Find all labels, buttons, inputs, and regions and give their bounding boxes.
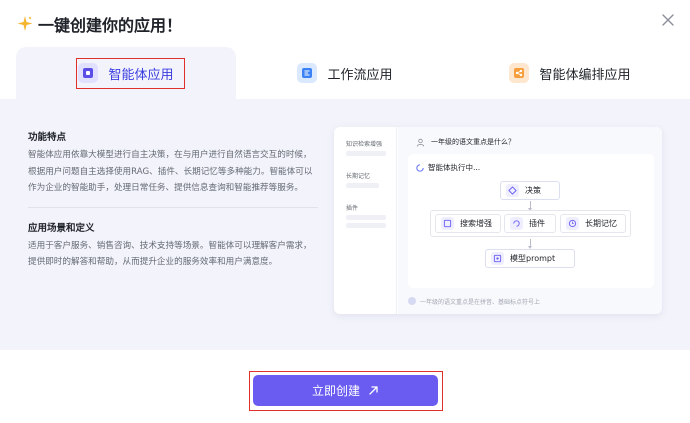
sparkle-icon	[17, 16, 33, 31]
create-now-button[interactable]: 立即创建	[253, 375, 438, 406]
decision-node-label: 决策	[525, 186, 541, 195]
flow-arrow	[528, 201, 532, 211]
loading-icon	[416, 163, 424, 172]
workflow-app-icon	[297, 63, 318, 83]
placeholder-bar	[346, 183, 379, 188]
preview-sidebar: 知识检索增强 长期记忆 插件	[334, 127, 397, 314]
create-app-dialog: 一键创建你的应用！ 智能体应用 工作流应用 智能体编排应用 功能特点 智能体应用…	[0, 0, 690, 423]
tab-workflow-app[interactable]: 工作流应用	[260, 47, 430, 99]
app-type-tabs: 智能体应用 工作流应用 智能体编排应用	[0, 47, 690, 99]
placeholder-bar	[346, 223, 386, 228]
plugin-node: 插件	[504, 214, 556, 233]
features-title: 功能特点	[28, 132, 67, 143]
memory-node: 长期记忆	[560, 214, 626, 233]
arrow-up-right-icon	[369, 386, 378, 395]
search-node-label: 搜索增强	[460, 219, 492, 228]
decision-node: 决策	[500, 181, 560, 200]
preview-sidebar-item: 插件	[346, 205, 359, 212]
features-text: 智能体应用依靠大模型进行自主决策，在与用户进行自然语言交互的时候，根据用户问题自…	[28, 150, 313, 193]
placeholder-bar	[346, 215, 386, 220]
preview-flow-card: 智能体执行中... 决策 搜索增强 插件 长期记忆 模型prompt	[408, 154, 654, 288]
scenarios-text: 适用于客户服务、销售咨询、技术支持等场景。智能体可以理解客户需求，提供即时的解答…	[28, 240, 312, 268]
agent-orchestration-icon	[509, 63, 530, 83]
tab-content-panel: 功能特点 智能体应用依靠大模型进行自主决策，在与用户进行自然语言交互的时候，根据…	[0, 99, 690, 350]
preview-sidebar-item: 长期记忆	[346, 173, 371, 180]
agent-preview-illustration: 知识检索增强 长期记忆 插件 一年级的语文重点是什么？ 智能体执行中... 决策…	[334, 127, 662, 314]
scenarios-title: 应用场景和定义	[28, 222, 95, 234]
preview-answer-text: 一年级的语文重点是在拼音、基础标点符号上	[420, 298, 541, 306]
preview-main: 一年级的语文重点是什么？ 智能体执行中... 决策 搜索增强 插件 长期记忆 模…	[398, 127, 662, 314]
tab-agent-orchestration-label: 智能体编排应用	[539, 67, 631, 83]
dialog-title-text: 一键创建你的应用！	[38, 16, 183, 35]
preview-question-text: 一年级的语文重点是什么？	[431, 138, 515, 146]
create-button-highlight: 立即创建	[249, 371, 443, 411]
user-icon	[416, 138, 425, 147]
preview-sidebar-item: 知识检索增强	[346, 141, 383, 148]
create-now-label: 立即创建	[311, 384, 360, 398]
close-icon[interactable]	[658, 10, 678, 30]
decision-icon	[506, 184, 519, 197]
assistant-avatar-icon	[408, 297, 416, 305]
app-description: 功能特点 智能体应用依靠大模型进行自主决策，在与用户进行自然语言交互的时候，根据…	[28, 129, 318, 271]
flow-arrow	[528, 239, 532, 249]
model-prompt-label: 模型prompt	[510, 254, 556, 263]
tab-workflow-app-label: 工作流应用	[327, 67, 393, 83]
dialog-footer: 立即创建	[0, 350, 690, 423]
memory-node-label: 长期记忆	[585, 219, 617, 228]
preview-question: 一年级的语文重点是什么？	[416, 137, 515, 147]
plugin-icon	[510, 217, 523, 230]
preview-answer: 一年级的语文重点是在拼音、基础标点符号上	[408, 294, 654, 308]
placeholder-bar	[346, 151, 386, 156]
search-node: 搜索增强	[435, 214, 501, 233]
selected-tab-highlight	[76, 58, 185, 89]
tab-agent-app[interactable]: 智能体应用	[16, 47, 236, 99]
model-icon	[491, 252, 504, 265]
section-divider	[28, 206, 318, 208]
dialog-title: 一键创建你的应用！	[16, 12, 182, 36]
model-prompt-node: 模型prompt	[485, 249, 575, 268]
plugin-node-label: 插件	[529, 219, 545, 228]
preview-status-text: 智能体执行中...	[428, 163, 481, 172]
preview-status: 智能体执行中...	[416, 162, 480, 173]
tab-agent-orchestration-app[interactable]: 智能体编排应用	[470, 47, 670, 99]
memory-icon	[566, 217, 579, 230]
search-enhance-icon	[441, 217, 454, 230]
